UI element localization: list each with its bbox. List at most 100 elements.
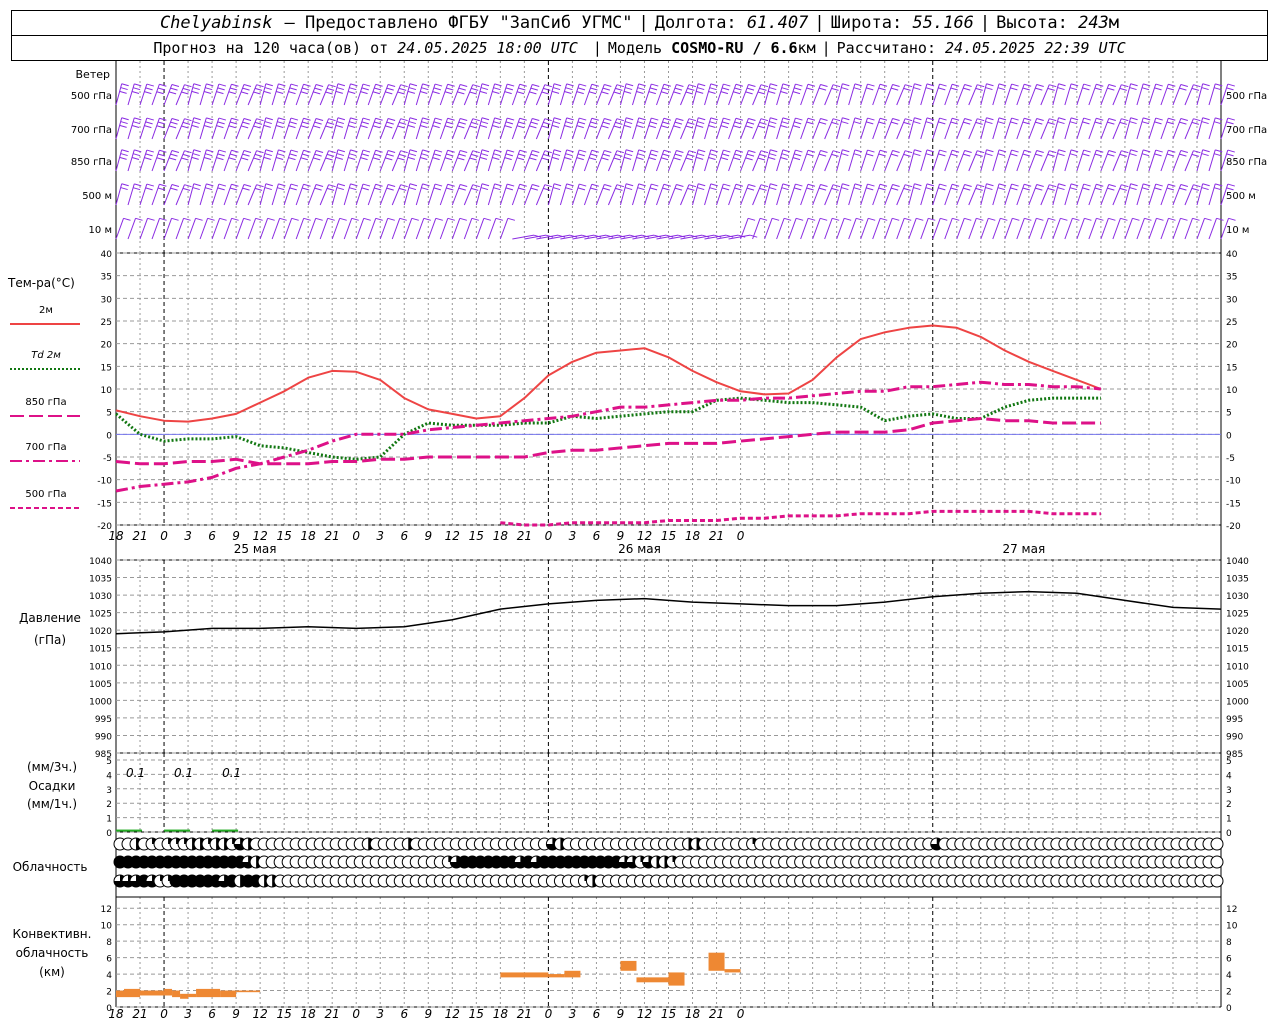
wind-barb [644, 149, 659, 172]
legend-label: Td 2м [31, 350, 61, 361]
wind-barb [451, 149, 468, 172]
wind-barb-feather [203, 91, 212, 94]
wind-barb-staff [139, 183, 148, 206]
wind-barb-feather [975, 153, 983, 157]
wind-barb-staff [884, 218, 893, 240]
wind-barb [199, 149, 214, 172]
wind-barb-feather [134, 117, 142, 121]
wind-barb-staff [1160, 184, 1169, 206]
wind-barb [259, 83, 273, 106]
wind-barb-feather [219, 217, 227, 221]
wind-barb-feather [854, 117, 863, 121]
wind-barb-feather [1201, 121, 1209, 125]
wind-barb [379, 117, 396, 140]
wind-barb-feather [663, 83, 671, 87]
wind-barb-feather [216, 125, 224, 129]
wind-barb [956, 183, 972, 206]
wind-barb-feather [878, 187, 886, 191]
wind-barb-feather [1129, 187, 1137, 191]
wind-barb-feather [290, 183, 299, 187]
wind-barb [668, 83, 684, 106]
wind-barb-feather [854, 83, 863, 87]
wind-barb-feather [518, 153, 526, 157]
wind-barb-feather [471, 153, 479, 157]
precip-value-label: 0.1 [222, 766, 241, 780]
wind-barb-feather [507, 183, 515, 187]
wind-barb-feather [472, 118, 480, 122]
wind-barb-staff [283, 117, 292, 140]
wind-barb-feather [566, 83, 574, 87]
wind-barb-feather [615, 87, 623, 91]
wind-barb-feather [770, 183, 778, 187]
wind-barb-feather [1010, 121, 1018, 125]
wind-barb [908, 183, 922, 206]
wind-barb [920, 149, 935, 172]
wind-barb-staff [175, 218, 185, 240]
wind-barb-feather [842, 83, 850, 87]
wind-barb [1148, 217, 1164, 240]
wind-barb-staff [1040, 184, 1050, 206]
wind-barb-staff [884, 150, 894, 172]
wind-barb-feather [492, 91, 500, 94]
wind-barb [283, 183, 299, 206]
wind-barb-feather [460, 183, 468, 187]
wind-barb [331, 117, 346, 140]
conv-bar [548, 974, 565, 978]
precip-tick-left: 4 [106, 771, 112, 781]
wind-barb [836, 83, 850, 106]
wind-barb-feather [866, 187, 874, 191]
wind-barb-feather [1096, 83, 1104, 87]
wind-barb [211, 149, 227, 172]
wind-barb-staff [1136, 183, 1144, 206]
wind-barb-feather [1129, 121, 1137, 125]
wind-barb-staff [896, 218, 905, 240]
wind-barb-staff [451, 218, 461, 240]
date-label: 25 мая [234, 542, 277, 556]
wind-barb-feather [386, 153, 394, 157]
wind-barb-staff [211, 183, 220, 206]
wind-barb-feather [697, 153, 705, 157]
wind-barb-feather [135, 217, 143, 221]
wind-barb-staff [872, 118, 881, 140]
wind-barb-feather [720, 125, 729, 129]
wind-barb-feather [674, 121, 683, 125]
wind-barb [355, 149, 371, 172]
conv-bar [196, 988, 221, 998]
wind-barb-staff [944, 184, 953, 206]
wind-barb-feather [1143, 83, 1151, 87]
wind-barb-feather [661, 91, 669, 95]
wind-barb-feather [720, 157, 729, 161]
wind-barb-staff [1004, 183, 1013, 206]
conv-bar [220, 990, 237, 998]
wind-barb [884, 183, 900, 206]
wind-barb-feather [277, 187, 285, 191]
wind-barb-feather [986, 183, 994, 187]
wind-barb-staff [860, 117, 868, 140]
wind-barb-feather [243, 149, 252, 153]
wind-barb-feather [471, 121, 479, 125]
precip-unit-top: (мм/3ч.) [27, 760, 77, 774]
wind-barb [1136, 117, 1151, 140]
wind-barb-staff [1016, 84, 1025, 106]
x-tick-label-bottom: 12 [252, 1007, 267, 1021]
wind-barb-feather [649, 153, 658, 157]
temp-tick-right: 10 [1226, 386, 1238, 396]
wind-level-label-right: 500 гПа [1226, 91, 1267, 102]
wind-barb-feather [792, 157, 801, 161]
wind-barb [619, 117, 634, 140]
x-tick-label: 12 [252, 529, 267, 543]
wind-barb-staff [740, 118, 749, 140]
wind-barb [788, 183, 803, 206]
wind-barb-staff [1184, 218, 1193, 240]
wind-barb-feather [471, 217, 479, 221]
wind-barb [776, 183, 790, 206]
wind-barb-feather [385, 125, 393, 129]
wind-barb-feather [336, 187, 345, 191]
wind-barb-feather [265, 117, 273, 121]
wind-barb-staff [535, 84, 546, 106]
wind-level-label-right: 500 м [1226, 191, 1256, 202]
wind-barb-feather [408, 187, 417, 191]
x-tick-label-bottom: 6 [208, 1007, 216, 1021]
pressure-tick-left: 1040 [89, 557, 112, 567]
wind-barb-feather [832, 217, 840, 221]
